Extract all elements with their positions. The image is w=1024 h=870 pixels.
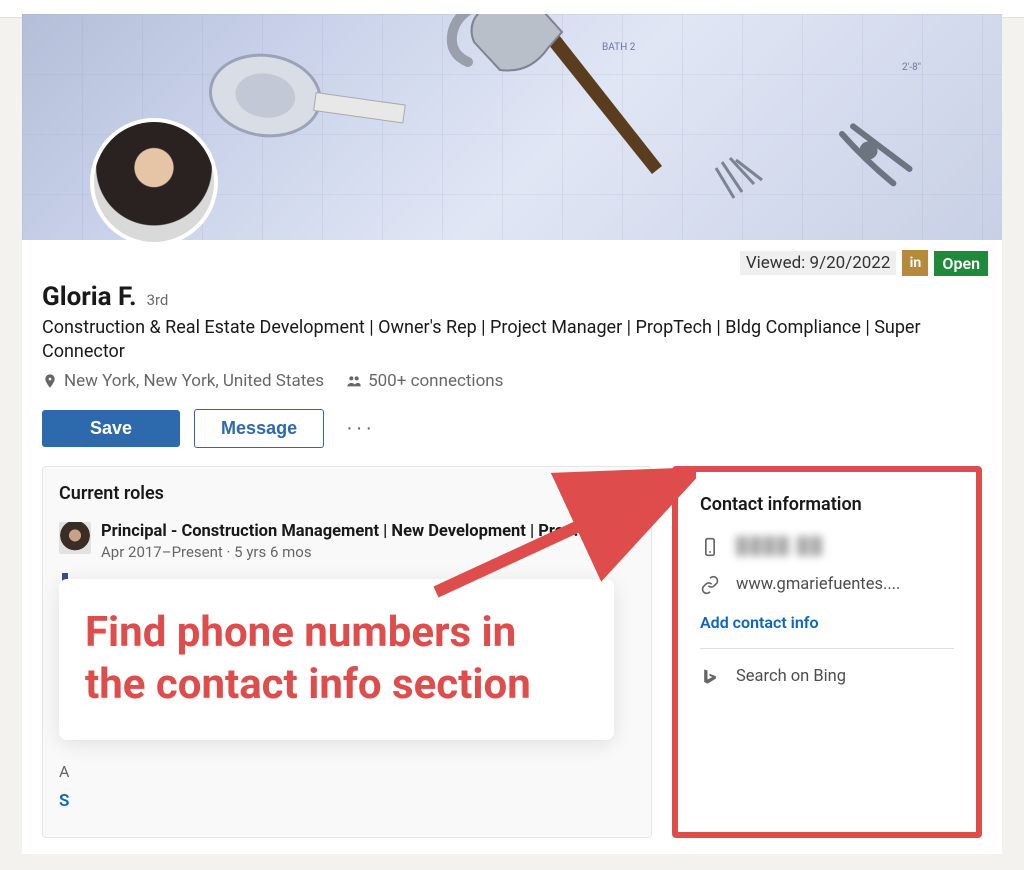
website-text: www.gmariefuentes....	[736, 575, 900, 594]
profile-headline: Construction & Real Estate Development |…	[42, 316, 982, 365]
current-roles-panel: Current roles Principal - Construction M…	[42, 466, 652, 838]
bing-text: Search on Bing	[736, 667, 846, 686]
search-bing-row[interactable]: Search on Bing	[700, 667, 954, 687]
current-roles-title: Current roles	[59, 483, 635, 504]
phone-icon	[700, 537, 720, 557]
annotation-text: Find phone numbers in the contact info s…	[85, 607, 574, 712]
location: New York, New York, United States	[42, 371, 324, 391]
connections: 500+ connections	[346, 371, 503, 391]
role-thumbnail	[59, 522, 91, 554]
phone-blurred: ████ ██	[736, 537, 824, 556]
location-pin-icon	[42, 373, 58, 389]
svg-text:2'-8": 2'-8"	[902, 62, 921, 73]
connections-text: 500+ connections	[368, 371, 503, 391]
role-item[interactable]: Principal - Construction Management | Ne…	[59, 522, 635, 561]
annotation-callout: Find phone numbers in the contact info s…	[59, 579, 614, 740]
more-button[interactable]: ···	[338, 409, 383, 448]
contact-website-row[interactable]: www.gmariefuentes....	[700, 575, 954, 595]
people-icon	[346, 373, 362, 389]
contact-info-title: Contact information	[700, 494, 954, 515]
svg-text:BATH 2: BATH 2	[602, 42, 636, 53]
contact-info-panel: Contact information ████ ██ www.gmariefu…	[672, 466, 982, 838]
profile-name: Gloria F.	[42, 282, 137, 312]
linkedin-icon: in	[902, 250, 928, 276]
connection-degree: 3rd	[147, 291, 169, 309]
viewed-badge: Viewed: 9/20/2022	[740, 251, 897, 275]
message-button[interactable]: Message	[194, 409, 324, 448]
profile-card: BATH 2 2'-8" Viewed: 9/20/2022 in Open G…	[22, 14, 1002, 854]
role-duration: Apr 2017–Present · 5 yrs 6 mos	[101, 543, 578, 561]
see-more-link[interactable]: S	[59, 791, 69, 811]
link-icon	[700, 575, 720, 595]
open-badge: Open	[934, 251, 988, 276]
save-button[interactable]: Save	[42, 410, 180, 447]
bing-icon	[700, 667, 720, 687]
contact-phone-row: ████ ██	[700, 537, 954, 557]
location-text: New York, New York, United States	[64, 371, 324, 391]
truncated-text: A	[59, 762, 69, 781]
role-title: Principal - Construction Management | Ne…	[101, 522, 578, 541]
add-contact-link[interactable]: Add contact info	[700, 613, 954, 632]
divider	[700, 648, 954, 649]
profile-avatar[interactable]	[90, 118, 218, 246]
